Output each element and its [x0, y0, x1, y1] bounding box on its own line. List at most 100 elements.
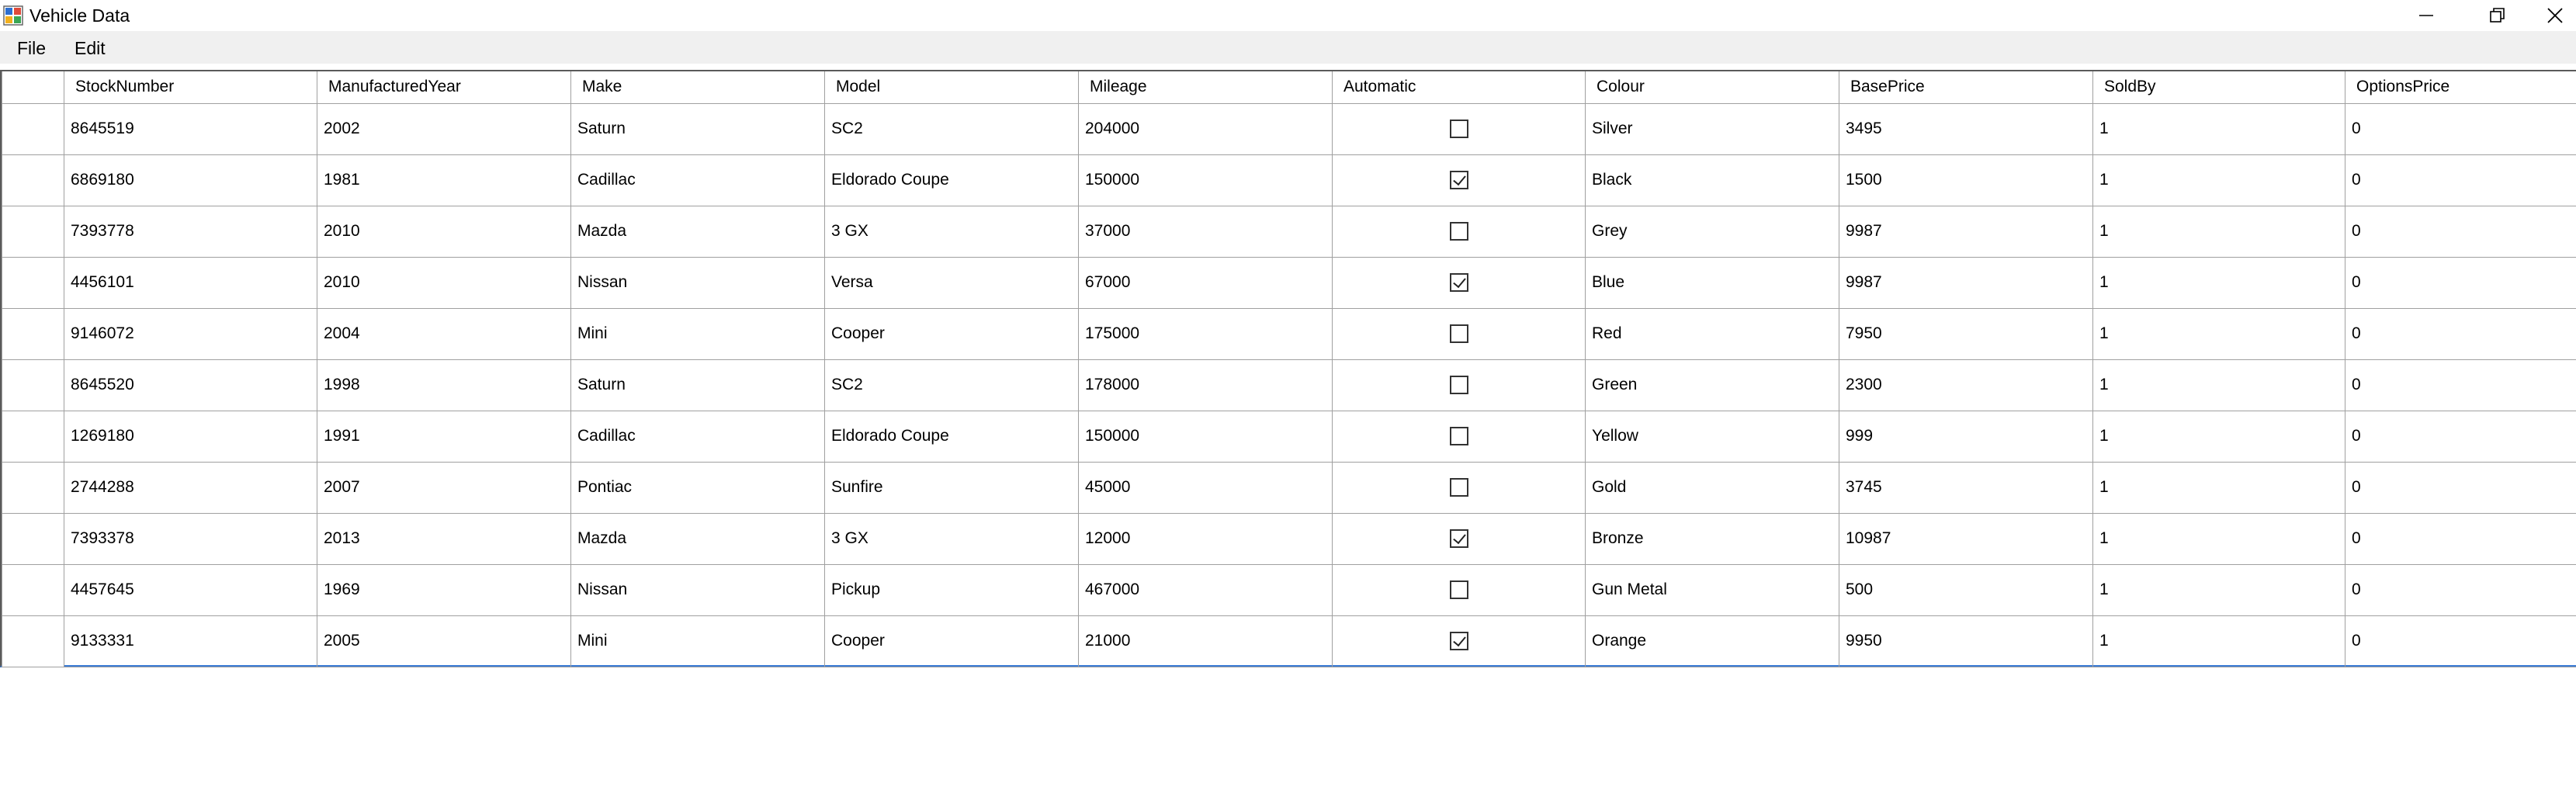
automatic-cell[interactable]	[1332, 512, 1586, 565]
cell-baseprice[interactable]: 1500	[1839, 154, 2093, 206]
cell-make[interactable]: Saturn	[570, 359, 825, 411]
cell-manufacturedyear[interactable]: 2010	[317, 205, 571, 258]
menu-edit[interactable]: Edit	[71, 37, 109, 59]
cell-soldby[interactable]: 1	[2092, 154, 2345, 206]
automatic-cell[interactable]	[1332, 461, 1586, 514]
cell-baseprice[interactable]: 9987	[1839, 205, 2093, 258]
table-row[interactable]: 6869180 1981 Cadillac Eldorado Coupe 150000 B…	[2, 154, 2576, 206]
cell-model[interactable]: 3 GX	[824, 205, 1079, 258]
automatic-checkbox[interactable]	[1449, 478, 1468, 497]
cell-stocknumber[interactable]: 9133331	[64, 615, 317, 667]
automatic-checkbox[interactable]	[1449, 529, 1468, 549]
cell-baseprice[interactable]: 2300	[1839, 359, 2093, 411]
cell-model[interactable]: Sunfire	[824, 461, 1079, 514]
row-header-cell[interactable]	[2, 461, 64, 514]
cell-mileage[interactable]: 150000	[1078, 410, 1333, 463]
cell-optionsprice[interactable]: 0	[2345, 102, 2576, 155]
cell-stocknumber[interactable]: 7393778	[64, 205, 317, 258]
cell-model[interactable]: 3 GX	[824, 512, 1079, 565]
row-header-cell[interactable]	[2, 512, 64, 565]
cell-model[interactable]: Eldorado Coupe	[824, 410, 1079, 463]
cell-mileage[interactable]: 175000	[1078, 307, 1333, 360]
row-header-cell[interactable]	[2, 563, 64, 616]
cell-colour[interactable]: Red	[1585, 307, 1839, 360]
cell-baseprice[interactable]: 9987	[1839, 256, 2093, 309]
close-button[interactable]	[2533, 0, 2576, 31]
cell-baseprice[interactable]: 3745	[1839, 461, 2093, 514]
cell-manufacturedyear[interactable]: 1991	[317, 410, 571, 463]
cell-model[interactable]: Eldorado Coupe	[824, 154, 1079, 206]
cell-mileage[interactable]: 21000	[1078, 615, 1333, 667]
cell-stocknumber[interactable]: 9146072	[64, 307, 317, 360]
vehicle-data-grid[interactable]: StockNumber ManufacturedYear Make Model …	[0, 70, 2576, 667]
cell-mileage[interactable]: 45000	[1078, 461, 1333, 514]
row-header-cell[interactable]	[2, 102, 64, 155]
cell-manufacturedyear[interactable]: 1981	[317, 154, 571, 206]
cell-optionsprice[interactable]: 0	[2345, 307, 2576, 360]
cell-baseprice[interactable]: 7950	[1839, 307, 2093, 360]
cell-soldby[interactable]: 1	[2092, 410, 2345, 463]
table-row[interactable]: 8645519 2002 Saturn SC2 204000 Silver 3495 1 0	[2, 102, 2576, 155]
row-header-cell[interactable]	[2, 359, 64, 411]
automatic-checkbox[interactable]	[1449, 120, 1468, 139]
column-header-baseprice[interactable]: BasePrice	[1839, 71, 2093, 104]
cell-baseprice[interactable]: 999	[1839, 410, 2093, 463]
cell-model[interactable]: Versa	[824, 256, 1079, 309]
cell-colour[interactable]: Gun Metal	[1585, 563, 1839, 616]
cell-soldby[interactable]: 1	[2092, 512, 2345, 565]
row-header-cell[interactable]	[2, 205, 64, 258]
cell-optionsprice[interactable]: 0	[2345, 359, 2576, 411]
cell-make[interactable]: Pontiac	[570, 461, 825, 514]
cell-mileage[interactable]: 67000	[1078, 256, 1333, 309]
automatic-checkbox[interactable]	[1449, 632, 1468, 651]
column-header-optionsprice[interactable]: OptionsPrice	[2345, 71, 2576, 104]
table-row[interactable]: 1269180 1991 Cadillac Eldorado Coupe 150000 Y…	[2, 410, 2576, 463]
automatic-checkbox[interactable]	[1449, 222, 1468, 241]
cell-colour[interactable]: Green	[1585, 359, 1839, 411]
automatic-cell[interactable]	[1332, 410, 1586, 463]
cell-make[interactable]: Mini	[570, 307, 825, 360]
cell-stocknumber[interactable]: 7393378	[64, 512, 317, 565]
column-header-model[interactable]: Model	[824, 71, 1079, 104]
automatic-cell[interactable]	[1332, 359, 1586, 411]
cell-manufacturedyear[interactable]: 2007	[317, 461, 571, 514]
cell-colour[interactable]: Blue	[1585, 256, 1839, 309]
cell-soldby[interactable]: 1	[2092, 102, 2345, 155]
cell-colour[interactable]: Bronze	[1585, 512, 1839, 565]
automatic-cell[interactable]	[1332, 307, 1586, 360]
automatic-cell[interactable]	[1332, 205, 1586, 258]
cell-mileage[interactable]: 178000	[1078, 359, 1333, 411]
column-header-mileage[interactable]: Mileage	[1078, 71, 1333, 104]
cell-soldby[interactable]: 1	[2092, 256, 2345, 309]
cell-mileage[interactable]: 12000	[1078, 512, 1333, 565]
automatic-checkbox[interactable]	[1449, 324, 1468, 344]
automatic-cell[interactable]	[1332, 154, 1586, 206]
automatic-checkbox[interactable]	[1449, 580, 1468, 600]
cell-make[interactable]: Nissan	[570, 563, 825, 616]
row-header-cell[interactable]	[2, 615, 64, 667]
cell-baseprice[interactable]: 10987	[1839, 512, 2093, 565]
cell-make[interactable]: Cadillac	[570, 410, 825, 463]
cell-soldby[interactable]: 1	[2092, 461, 2345, 514]
row-header-cell[interactable]	[2, 410, 64, 463]
cell-make[interactable]: Saturn	[570, 102, 825, 155]
table-row[interactable]: 8645520 1998 Saturn SC2 178000 Green 2300 1 0	[2, 359, 2576, 411]
cell-optionsprice[interactable]: 0	[2345, 461, 2576, 514]
cell-optionsprice[interactable]: 0	[2345, 563, 2576, 616]
cell-soldby[interactable]: 1	[2092, 307, 2345, 360]
cell-soldby[interactable]: 1	[2092, 359, 2345, 411]
cell-make[interactable]: Cadillac	[570, 154, 825, 206]
automatic-checkbox[interactable]	[1449, 171, 1468, 190]
column-header-soldby[interactable]: SoldBy	[2092, 71, 2345, 104]
automatic-cell[interactable]	[1332, 615, 1586, 667]
cell-optionsprice[interactable]: 0	[2345, 256, 2576, 309]
cell-colour[interactable]: Orange	[1585, 615, 1839, 667]
cell-model[interactable]: SC2	[824, 102, 1079, 155]
cell-mileage[interactable]: 467000	[1078, 563, 1333, 616]
cell-stocknumber[interactable]: 8645519	[64, 102, 317, 155]
row-header-cell[interactable]	[2, 154, 64, 206]
cell-optionsprice[interactable]: 0	[2345, 410, 2576, 463]
cell-make[interactable]: Nissan	[570, 256, 825, 309]
cell-mileage[interactable]: 37000	[1078, 205, 1333, 258]
cell-colour[interactable]: Silver	[1585, 102, 1839, 155]
